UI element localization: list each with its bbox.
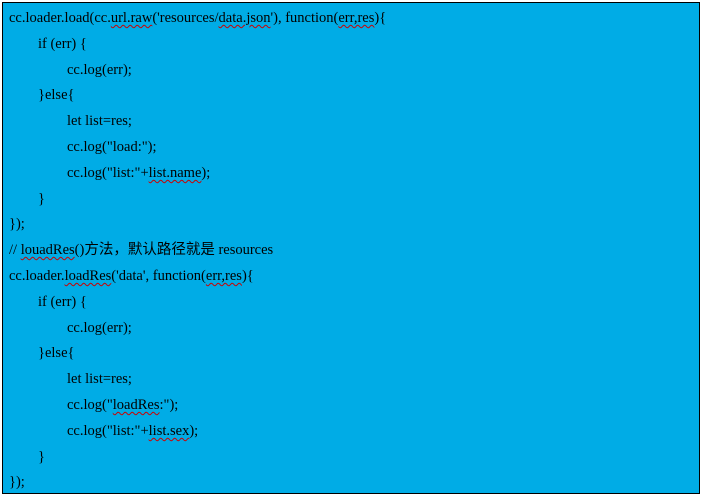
code-line: if (err) { xyxy=(9,290,693,316)
code-token: :"); xyxy=(160,397,179,413)
code-line: } xyxy=(9,445,693,471)
code-token: ){ xyxy=(374,10,386,26)
code-token-error: err,res xyxy=(338,10,374,26)
code-line: cc.log("load:"); xyxy=(9,135,693,161)
code-token: } xyxy=(38,449,45,465)
code-token: }else{ xyxy=(38,87,74,103)
code-token: cc.log("load:"); xyxy=(67,139,157,155)
code-token: ('resources/ xyxy=(152,10,218,26)
code-token: }); xyxy=(9,474,25,490)
code-token: if (err) { xyxy=(38,294,87,310)
code-line: }else{ xyxy=(9,341,693,367)
code-token: cc.log("list:"+ xyxy=(67,423,149,439)
code-box: cc.loader.load(cc.url.raw('resources/dat… xyxy=(2,2,700,494)
code-token: cc.log("list:"+ xyxy=(67,165,149,181)
code-line: // louadRes()方法，默认路径就是 resources xyxy=(9,238,693,264)
code-line: cc.log("loadRes:"); xyxy=(9,393,693,419)
code-content: cc.loader.load(cc.url.raw('resources/dat… xyxy=(3,3,699,494)
code-line: cc.loader.load(cc.url.raw('resources/dat… xyxy=(9,6,693,32)
code-token: ()方法，默认路径就是 resources xyxy=(75,242,274,258)
code-line: cc.log("list:"+list.sex); xyxy=(9,419,693,445)
code-line: let list=res; xyxy=(9,109,693,135)
code-token: } xyxy=(38,191,45,207)
code-token: cc.loader.load(cc. xyxy=(9,10,111,26)
code-line: cc.log("list:"+list.name); xyxy=(9,161,693,187)
code-line: let list=res; xyxy=(9,367,693,393)
code-line: }else{ xyxy=(9,83,693,109)
code-token: cc.log(err); xyxy=(67,320,132,336)
code-line: }); xyxy=(9,212,693,238)
code-line: }); xyxy=(9,470,693,494)
code-token-error: data.json xyxy=(219,10,271,26)
code-token-error: err,res xyxy=(206,268,242,284)
code-token: ); xyxy=(201,165,210,181)
code-token: ('data', function( xyxy=(111,268,206,284)
code-token: // xyxy=(9,242,21,258)
code-line: cc.log(err); xyxy=(9,58,693,84)
code-token-error: list.sex xyxy=(149,423,190,439)
code-token-error: list.name xyxy=(149,165,202,181)
code-token: ){ xyxy=(242,268,254,284)
code-token-error: loadRes xyxy=(113,397,160,413)
code-line: cc.log(err); xyxy=(9,316,693,342)
code-token: let list=res; xyxy=(67,371,132,387)
code-line: if (err) { xyxy=(9,32,693,58)
code-token: ); xyxy=(189,423,198,439)
code-token: cc.log(" xyxy=(67,397,113,413)
code-token: }else{ xyxy=(38,345,74,361)
code-token: let list=res; xyxy=(67,113,132,129)
code-line: } xyxy=(9,187,693,213)
code-token-error: louadRes xyxy=(21,242,75,258)
code-token: cc.log(err); xyxy=(67,62,132,78)
code-token: cc.loader. xyxy=(9,268,65,284)
code-token: }); xyxy=(9,216,25,232)
code-token-error: loadRes xyxy=(65,268,112,284)
code-token: '), function( xyxy=(271,10,339,26)
code-token: if (err) { xyxy=(38,36,87,52)
code-line: cc.loader.loadRes('data', function(err,r… xyxy=(9,264,693,290)
code-token-error: url.raw xyxy=(111,10,152,26)
